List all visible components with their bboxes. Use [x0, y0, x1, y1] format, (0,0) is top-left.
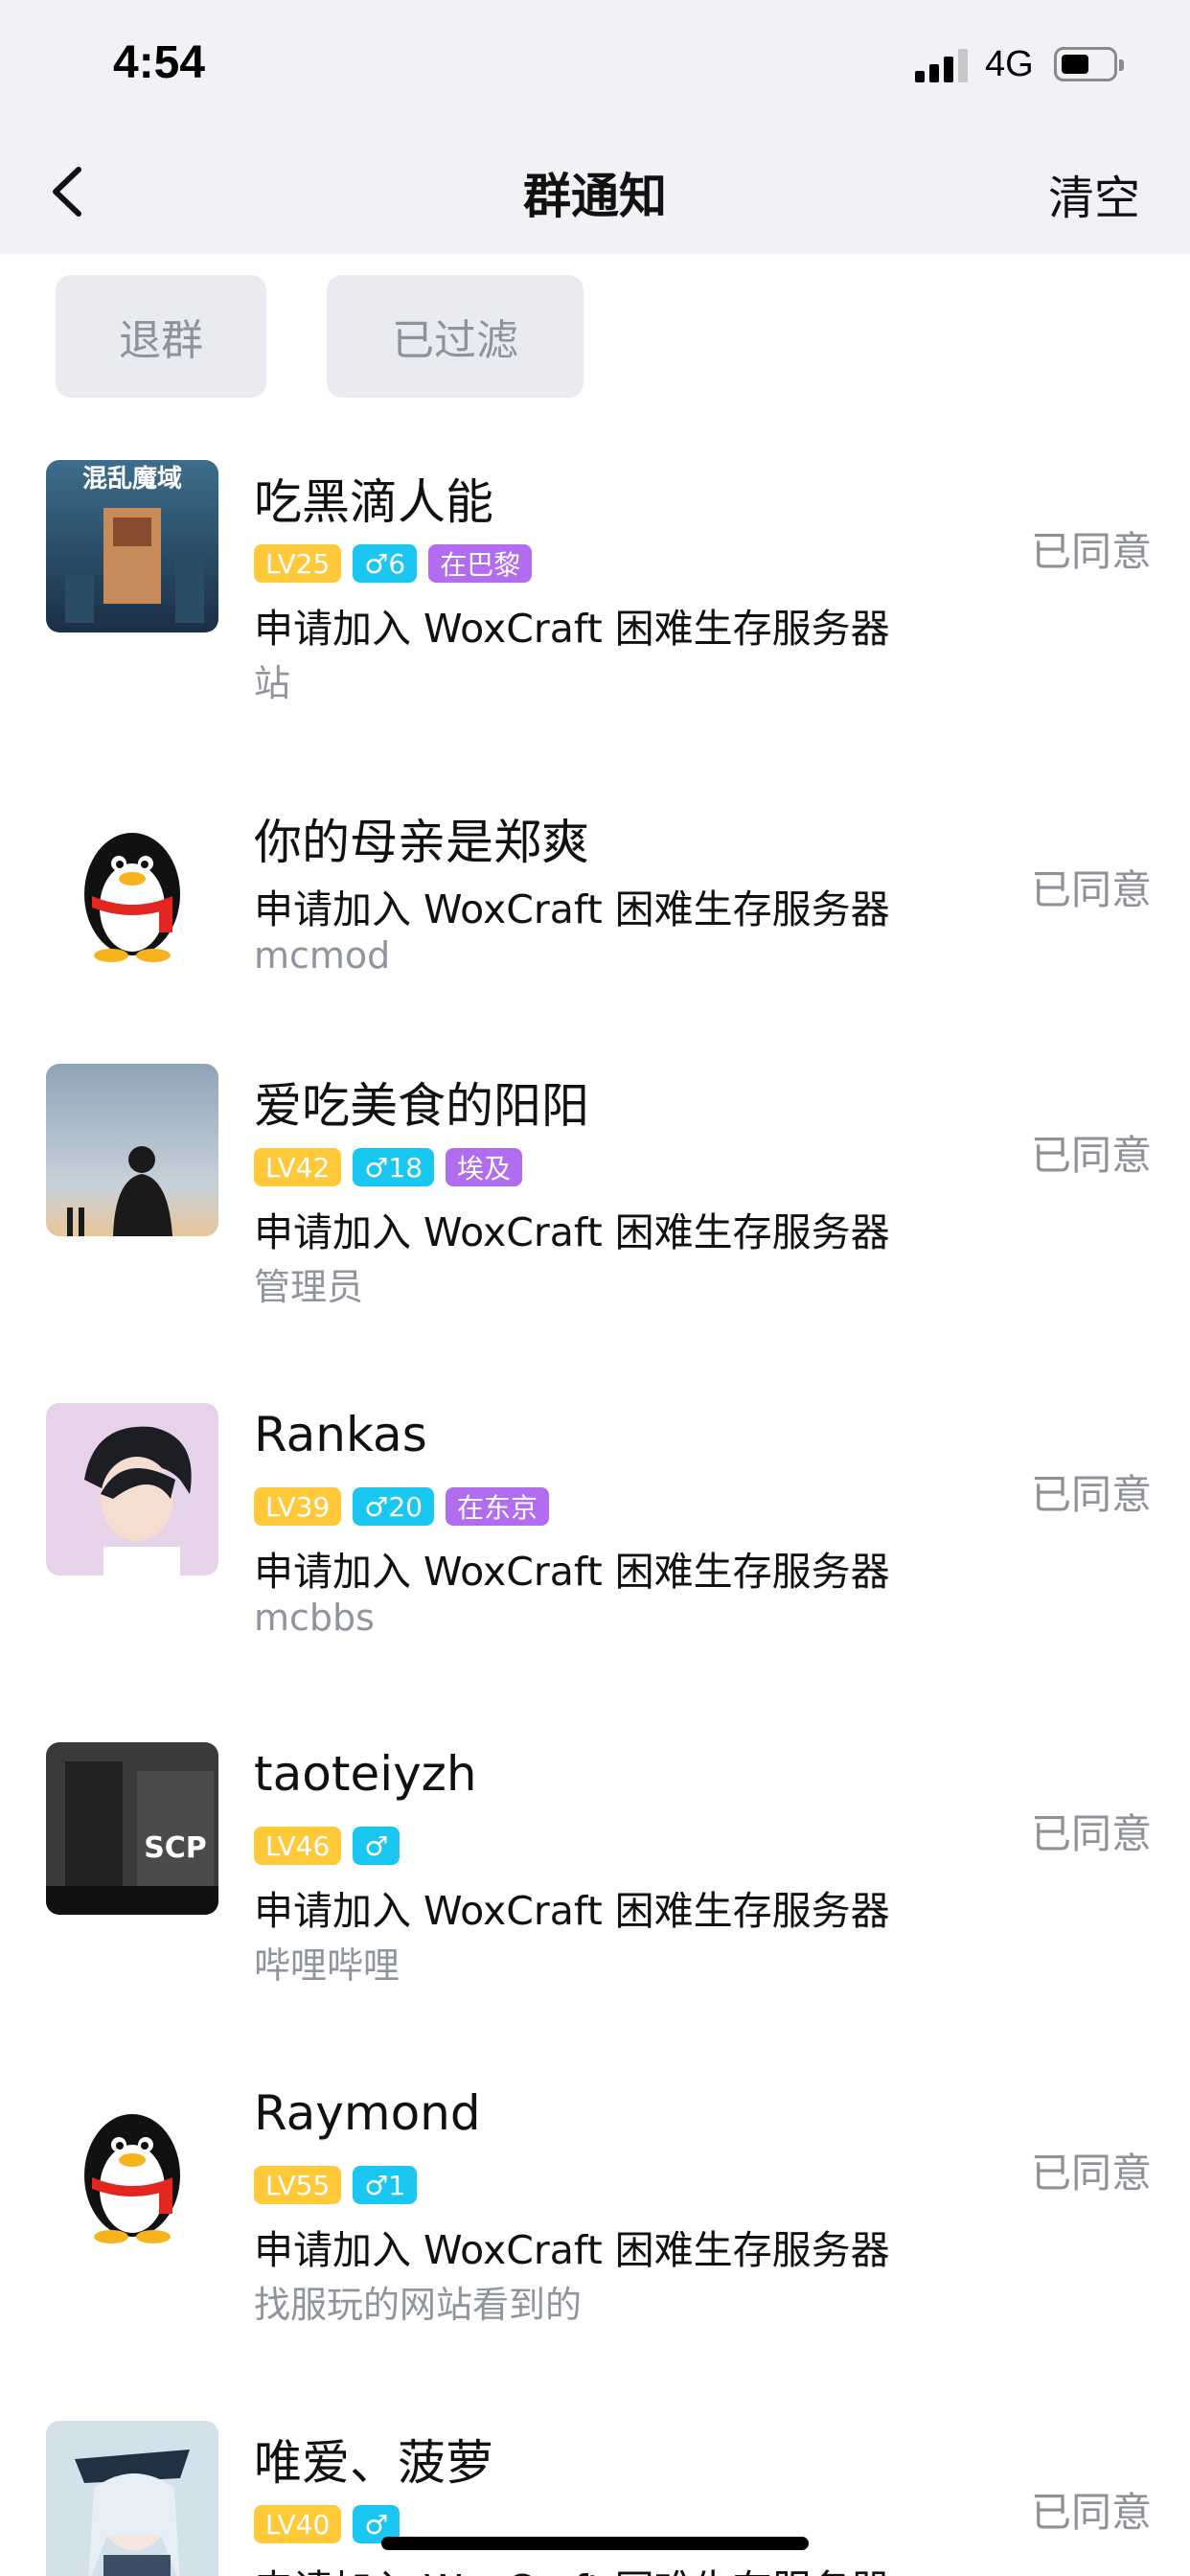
battery-icon [1054, 47, 1124, 81]
location-tag: 埃及 [446, 1148, 523, 1186]
minecraft-poster-avatar: 混乱魔域 [46, 460, 218, 632]
request-status: 已同意 [1030, 1810, 1152, 1857]
anime-character-avatar [46, 1403, 218, 1576]
request-list-item[interactable]: SCP taoteiyzh LV46 ♂ 申请加入 WoxCraft 困难生存服… [0, 1742, 1190, 1991]
request-status: 已同意 [1030, 1471, 1152, 1518]
svg-text:混乱魔域: 混乱魔域 [82, 465, 182, 494]
anime-sailor-avatar [46, 2421, 218, 2576]
request-text: 申请加入 WoxCraft 困难生存服务器 [254, 2227, 890, 2273]
request-status: 已同意 [1030, 2489, 1152, 2536]
user-tags: LV40 ♂ [254, 2505, 400, 2543]
user-tags: LV39 ♂20 在东京 [254, 1487, 550, 1526]
scp-soldier-avatar: SCP [46, 1742, 218, 1915]
request-text: 申请加入 WoxCraft 困难生存服务器 [254, 1209, 890, 1255]
gender-age-tag: ♂6 [353, 544, 418, 583]
location-tag: 在巴黎 [428, 544, 533, 583]
request-message: mcbbs [254, 1597, 375, 1639]
request-list-item[interactable]: 混乱魔域 吃黑滴人能 LV25 ♂6 在巴黎 申请加入 WoxCraft 困难生… [0, 460, 1190, 728]
gender-age-tag: ♂20 [353, 1487, 435, 1526]
request-status: 已同意 [1030, 2150, 1152, 2196]
sky-silhouette-avatar [46, 1064, 218, 1236]
gender-age-tag: ♂1 [353, 2166, 418, 2204]
signal-icon [915, 48, 969, 82]
request-status: 已同意 [1030, 528, 1152, 575]
request-message: 哔哩哔哩 [254, 1944, 400, 1987]
qq-penguin-avatar [46, 2082, 218, 2254]
filter-quit-group-button[interactable]: 退群 [56, 275, 266, 398]
level-tag: LV39 [254, 1487, 342, 1526]
request-list-item[interactable]: 唯爱、菠萝 LV40 ♂ 申请加入 WoxCraft 困难生存服务器 已同意 [0, 2421, 1190, 2576]
request-message: 管理员 [254, 1266, 364, 1308]
svg-text:SCP: SCP [144, 1831, 207, 1865]
request-list-item[interactable]: 你的母亲是郑爽 申请加入 WoxCraft 困难生存服务器 mcmod 已同意 [0, 800, 1190, 1011]
request-status: 已同意 [1030, 866, 1152, 913]
home-indicator[interactable] [381, 2537, 809, 2550]
request-list-item[interactable]: Raymond LV55 ♂1 申请加入 WoxCraft 困难生存服务器 找服… [0, 2082, 1190, 2331]
request-text: 申请加入 WoxCraft 困难生存服务器 [254, 606, 890, 652]
requester-name: 唯爱、菠萝 [254, 2435, 493, 2491]
request-text: 申请加入 WoxCraft 困难生存服务器 [254, 1549, 890, 1595]
requester-name: Rankas [254, 1407, 427, 1462]
user-tags: LV42 ♂18 埃及 [254, 1148, 523, 1186]
request-text: 申请加入 WoxCraft 困难生存服务器 [254, 2557, 890, 2576]
request-text: 申请加入 WoxCraft 困难生存服务器 [254, 886, 890, 932]
requester-name: taoteiyzh [254, 1746, 477, 1802]
level-tag: LV46 [254, 1827, 342, 1865]
request-message: 站 [254, 662, 291, 704]
requester-name: 你的母亲是郑爽 [254, 815, 589, 870]
requester-name: Raymond [254, 2085, 481, 2141]
request-status: 已同意 [1030, 1132, 1152, 1179]
status-bar: 4:54 4G [0, 0, 1190, 129]
request-list-item[interactable]: 爱吃美食的阳阳 LV42 ♂18 埃及 申请加入 WoxCraft 困难生存服务… [0, 1064, 1190, 1313]
requester-name: 吃黑滴人能 [254, 474, 493, 530]
gender-age-tag: ♂ [353, 1827, 400, 1865]
request-text: 申请加入 WoxCraft 困难生存服务器 [254, 1888, 890, 1934]
requester-name: 爱吃美食的阳阳 [254, 1078, 589, 1134]
nav-bar: 群通知 清空 [0, 129, 1190, 254]
level-tag: LV25 [254, 544, 342, 583]
level-tag: LV40 [254, 2505, 342, 2543]
clear-button[interactable]: 清空 [1048, 160, 1140, 227]
network-type: 4G [985, 44, 1034, 84]
user-tags: LV55 ♂1 [254, 2166, 418, 2204]
page-title: 群通知 [523, 169, 667, 224]
location-tag: 在东京 [446, 1487, 550, 1526]
request-message: mcmod [254, 934, 391, 977]
request-list-item[interactable]: Rankas LV39 ♂20 在东京 申请加入 WoxCraft 困难生存服务… [0, 1403, 1190, 1652]
status-time: 4:54 [113, 37, 206, 88]
request-message: 找服玩的网站看到的 [254, 2284, 583, 2326]
user-tags: LV25 ♂6 在巴黎 [254, 544, 533, 583]
filter-filtered-button[interactable]: 已过滤 [327, 275, 584, 398]
qq-penguin-avatar [46, 800, 218, 973]
level-tag: LV55 [254, 2166, 342, 2204]
user-tags: LV46 ♂ [254, 1827, 400, 1865]
level-tag: LV42 [254, 1148, 342, 1186]
gender-age-tag: ♂18 [353, 1148, 435, 1186]
